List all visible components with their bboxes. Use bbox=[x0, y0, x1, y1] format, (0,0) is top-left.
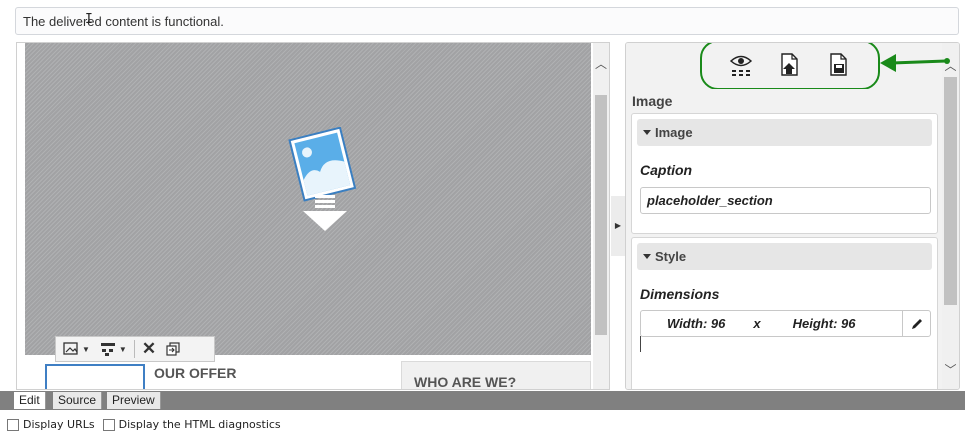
display-urls-checkbox[interactable] bbox=[7, 418, 19, 431]
tab-source[interactable]: Source bbox=[53, 392, 103, 409]
triangle-down-icon bbox=[643, 254, 651, 259]
message-text: The delivered content is functional. bbox=[23, 14, 224, 29]
tab-preview[interactable]: Preview bbox=[107, 392, 161, 409]
preview-button[interactable] bbox=[727, 51, 755, 79]
editor-scrollbar[interactable]: ︿ bbox=[593, 43, 609, 389]
insert-image-icon bbox=[63, 342, 78, 355]
preview-icon bbox=[729, 55, 752, 76]
scrollbar-thumb[interactable] bbox=[595, 95, 607, 335]
caption-input[interactable]: placeholder_section bbox=[640, 187, 931, 214]
edit-dimensions-button[interactable] bbox=[902, 311, 930, 336]
page: The delivered content is functional. I ▼… bbox=[0, 0, 965, 440]
image-section: Image Caption placeholder_section bbox=[631, 113, 938, 234]
triangle-down-icon bbox=[643, 130, 651, 135]
image-placeholder-area[interactable]: ▼ ▼ ✕ bbox=[25, 43, 591, 362]
offer-title: OUR OFFER bbox=[154, 365, 237, 381]
upload-document-icon bbox=[781, 53, 798, 76]
panel-scrollbar[interactable]: ︿ ﹀ bbox=[942, 43, 959, 389]
properties-panel: Image Image Caption placeholder_section … bbox=[625, 42, 960, 390]
image-section-toggle[interactable]: Image bbox=[637, 119, 932, 146]
dimensions-field[interactable]: Width: 96 x Height: 96 bbox=[640, 310, 931, 337]
style-section-toggle[interactable]: Style bbox=[637, 243, 932, 270]
mode-tabs: Edit Source Preview bbox=[0, 391, 965, 410]
pencil-icon bbox=[911, 318, 922, 329]
text-caret bbox=[640, 336, 641, 352]
scroll-down-icon[interactable]: ﹀ bbox=[944, 361, 957, 378]
scrollbar-thumb[interactable] bbox=[944, 77, 957, 305]
upload-document-button[interactable] bbox=[776, 51, 804, 79]
panel-heading: Image bbox=[632, 93, 673, 109]
layout-button[interactable]: ▼ bbox=[97, 339, 130, 359]
panel-collapse-handle[interactable]: ▶ bbox=[611, 196, 625, 256]
caption-label: Caption bbox=[640, 162, 693, 178]
layout-icon bbox=[100, 343, 115, 356]
close-icon: ✕ bbox=[141, 339, 157, 358]
image-toolbar: ▼ ▼ ✕ bbox=[55, 336, 215, 362]
delete-button[interactable]: ✕ bbox=[139, 339, 159, 359]
text-cursor-icon: I bbox=[85, 12, 93, 27]
display-urls-label: Display URLs bbox=[23, 418, 95, 431]
image-placeholder-icon[interactable] bbox=[283, 127, 363, 237]
dimension-separator: x bbox=[753, 316, 761, 331]
duplicate-button[interactable] bbox=[163, 339, 183, 359]
who-section[interactable]: WHO ARE WE? bbox=[401, 361, 591, 390]
chevron-down-icon: ▼ bbox=[82, 344, 90, 354]
html-diagnostics-label: Display the HTML diagnostics bbox=[118, 418, 281, 431]
height-value: Height: 96 bbox=[792, 316, 856, 331]
width-value: Width: 96 bbox=[667, 316, 726, 331]
toolbar-divider bbox=[133, 340, 135, 358]
save-document-icon bbox=[830, 53, 848, 76]
dimensions-label: Dimensions bbox=[640, 286, 720, 302]
html-diagnostics-checkbox[interactable] bbox=[102, 418, 115, 431]
html-diagnostics-option[interactable]: Display the HTML diagnostics bbox=[102, 418, 281, 431]
content-editor[interactable]: ▼ ▼ ✕ OUR OFFER WHO ARE WE? ︿ bbox=[16, 42, 610, 390]
message-bar: The delivered content is functional. I bbox=[15, 7, 959, 35]
display-urls-option[interactable]: Display URLs bbox=[7, 418, 95, 431]
who-title: WHO ARE WE? bbox=[414, 374, 517, 390]
style-section-title: Style bbox=[655, 249, 687, 264]
display-options: Display URLs Display the HTML diagnostic… bbox=[7, 418, 281, 431]
insert-image-button[interactable]: ▼ bbox=[60, 339, 93, 359]
style-section: Style Dimensions Width: 96 x Height: 96 bbox=[631, 237, 938, 389]
chevron-down-icon: ▼ bbox=[118, 344, 127, 354]
image-section-title: Image bbox=[655, 125, 693, 140]
chevron-right-icon: ▶ bbox=[614, 221, 622, 230]
tab-edit[interactable]: Edit bbox=[14, 392, 46, 409]
highlighted-icon-group bbox=[700, 43, 880, 90]
scroll-up-icon[interactable]: ︿ bbox=[595, 57, 607, 71]
save-document-button[interactable] bbox=[825, 51, 853, 79]
duplicate-icon bbox=[166, 342, 180, 356]
panel-body: Image Image Caption placeholder_section … bbox=[626, 89, 942, 389]
offer-thumbnail[interactable] bbox=[45, 364, 145, 389]
annotation-arrow-icon bbox=[880, 54, 950, 72]
